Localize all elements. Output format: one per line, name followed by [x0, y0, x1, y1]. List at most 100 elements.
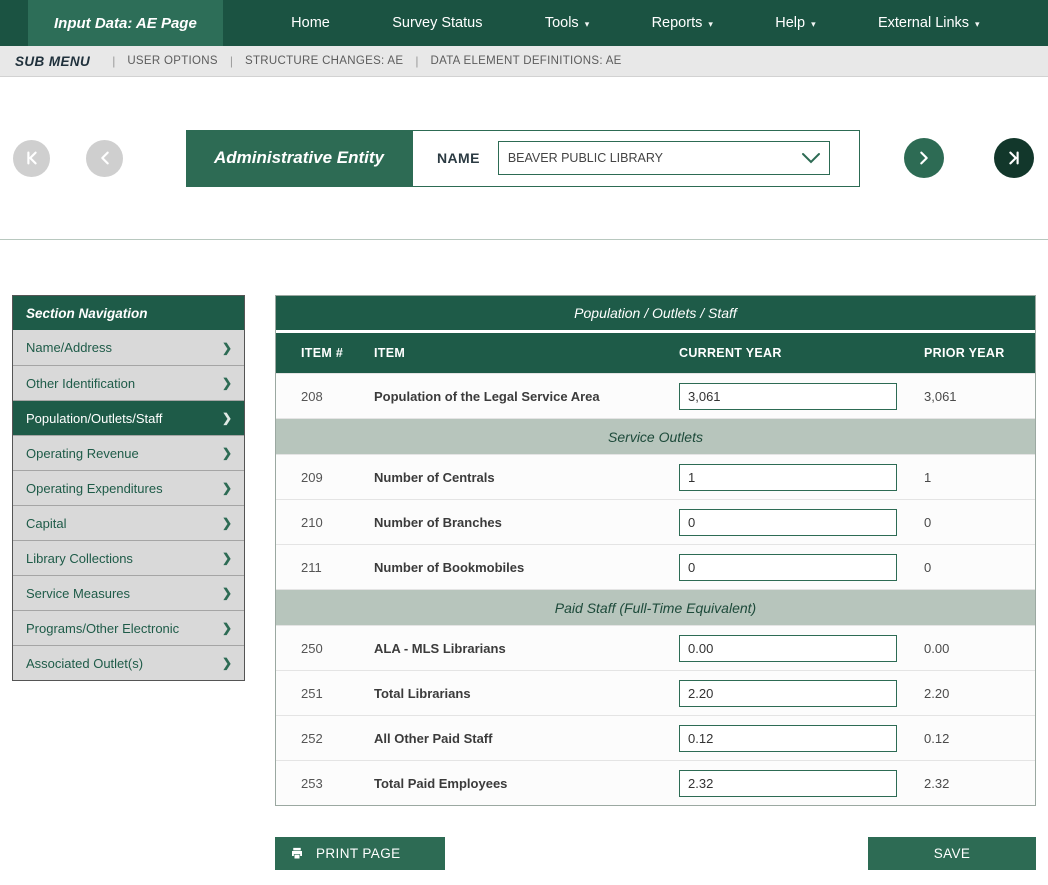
current-year-input-211[interactable] [679, 554, 897, 581]
next-record-button[interactable] [904, 138, 944, 178]
prior-year-cell: 1 [924, 470, 1035, 485]
entity-name-box: NAME BEAVER PUBLIC LIBRARY [412, 130, 860, 187]
table-body: 208 Population of the Legal Service Area… [276, 373, 1035, 805]
chevron-right-icon: ❯ [222, 656, 232, 670]
sidebar-item-service-measures[interactable]: Service Measures ❯ [13, 575, 244, 610]
sidebar-item-label: Library Collections [26, 551, 133, 566]
sidebar-item-programs-other-electronic[interactable]: Programs/Other Electronic ❯ [13, 610, 244, 645]
sidebar-item-population-outlets-staff[interactable]: Population/Outlets/Staff ❯ [13, 400, 244, 435]
current-year-input-209[interactable] [679, 464, 897, 491]
first-record-icon [23, 149, 41, 167]
prior-year-cell: 0.12 [924, 731, 1035, 746]
submenu-divider: | [112, 54, 115, 68]
section-navigation-list: Name/Address ❯ Other Identification ❯ Po… [13, 330, 244, 680]
sidebar-item-label: Programs/Other Electronic [26, 621, 179, 636]
current-year-input-251[interactable] [679, 680, 897, 707]
sidebar-item-operating-expenditures[interactable]: Operating Expenditures ❯ [13, 470, 244, 505]
current-year-input-252[interactable] [679, 725, 897, 752]
printer-icon [289, 846, 305, 861]
column-header-item: ITEM [374, 346, 679, 360]
item-number-cell: 210 [301, 515, 374, 530]
table-row: 209 Number of Centrals 1 [276, 454, 1035, 499]
table-header-row: ITEM # ITEM CURRENT YEAR PRIOR YEAR [276, 333, 1035, 373]
item-label-cell: Number of Branches [374, 515, 679, 530]
topnav-link[interactable]: Reports ▾ [652, 15, 713, 31]
table-row: 250 ALA - MLS Librarians 0.00 [276, 625, 1035, 670]
sidebar-item-label: Associated Outlet(s) [26, 656, 143, 671]
current-year-input-210[interactable] [679, 509, 897, 536]
sidebar-item-other-identification[interactable]: Other Identification ❯ [13, 365, 244, 400]
table-section-label: Paid Staff (Full-Time Equivalent) [555, 600, 756, 616]
topnav-link-label: External Links [878, 15, 969, 31]
table-row: 210 Number of Branches 0 [276, 499, 1035, 544]
item-label-cell: All Other Paid Staff [374, 731, 679, 746]
prior-year-cell: 2.20 [924, 686, 1035, 701]
current-year-input-250[interactable] [679, 635, 897, 662]
section-navigation: Section Navigation Name/Address ❯ Other … [12, 295, 245, 681]
submenu-link[interactable]: STRUCTURE CHANGES: AE [245, 55, 403, 67]
sidebar-item-associated-outlet-s[interactable]: Associated Outlet(s) ❯ [13, 645, 244, 680]
chevron-right-icon: ❯ [222, 376, 232, 390]
footer-actions: PRINT PAGE SAVE [275, 837, 1036, 870]
submenu-bar: SUB MENU | USER OPTIONS | STRUCTURE CHAN… [0, 46, 1048, 77]
current-year-cell [679, 635, 924, 662]
item-label-cell: Number of Centrals [374, 470, 679, 485]
current-year-cell [679, 680, 924, 707]
chevron-right-icon: ❯ [222, 341, 232, 355]
table-section-row: Paid Staff (Full-Time Equivalent) [276, 589, 1035, 625]
column-header-prior-year: PRIOR YEAR [924, 346, 1035, 360]
previous-record-button[interactable] [86, 140, 123, 177]
sidebar-item-library-collections[interactable]: Library Collections ❯ [13, 540, 244, 575]
current-year-cell [679, 383, 924, 410]
column-header-item-number: ITEM # [301, 346, 374, 360]
topnav-active-tab[interactable]: Input Data: AE Page [28, 0, 223, 46]
data-table: Population / Outlets / Staff ITEM # ITEM… [275, 295, 1036, 806]
sidebar-item-label: Capital [26, 516, 66, 531]
current-year-cell [679, 509, 924, 536]
current-year-cell [679, 725, 924, 752]
topnav-link-label: Home [291, 15, 330, 31]
dropdown-caret-icon: ▾ [585, 18, 590, 29]
dropdown-caret-icon: ▾ [811, 18, 816, 29]
submenu-title: SUB MENU [15, 54, 90, 69]
topnav-link[interactable]: Tools ▾ [545, 15, 589, 31]
chevron-right-icon: ❯ [222, 411, 232, 425]
topnav-link-label: Tools [545, 15, 579, 31]
current-year-input-208[interactable] [679, 383, 897, 410]
table-title: Population / Outlets / Staff [276, 296, 1035, 330]
submenu-link[interactable]: USER OPTIONS [127, 55, 218, 67]
chevron-right-icon: ❯ [222, 516, 232, 530]
topnav-link[interactable]: Home [291, 15, 330, 31]
current-year-input-253[interactable] [679, 770, 897, 797]
submenu-divider: | [415, 54, 418, 68]
current-year-cell [679, 770, 924, 797]
submenu-divider: | [230, 54, 233, 68]
item-label-cell: Population of the Legal Service Area [374, 389, 679, 404]
table-row: 211 Number of Bookmobiles 0 [276, 544, 1035, 589]
select-chevron-down-icon [801, 152, 821, 164]
sidebar-item-operating-revenue[interactable]: Operating Revenue ❯ [13, 435, 244, 470]
current-year-cell [679, 554, 924, 581]
submenu-link[interactable]: DATA ELEMENT DEFINITIONS: AE [430, 55, 621, 67]
sidebar-item-capital[interactable]: Capital ❯ [13, 505, 244, 540]
last-record-button[interactable] [994, 138, 1034, 178]
sidebar-item-name-address[interactable]: Name/Address ❯ [13, 330, 244, 365]
name-label: NAME [437, 150, 480, 166]
sidebar-item-label: Other Identification [26, 376, 135, 391]
topnav-link[interactable]: Survey Status [392, 15, 482, 31]
table-row: 251 Total Librarians 2.20 [276, 670, 1035, 715]
topnav-link[interactable]: Help ▾ [775, 15, 815, 31]
next-record-icon [915, 149, 933, 167]
entity-name-select[interactable]: BEAVER PUBLIC LIBRARY [498, 141, 830, 175]
print-page-label: PRINT PAGE [316, 846, 401, 861]
topnav-items: Home Survey Status Tools ▾ Reports ▾ Hel… [223, 0, 1048, 46]
item-number-cell: 211 [301, 560, 374, 575]
item-label-cell: ALA - MLS Librarians [374, 641, 679, 656]
item-number-cell: 252 [301, 731, 374, 746]
print-page-button[interactable]: PRINT PAGE [275, 837, 445, 870]
item-number-cell: 251 [301, 686, 374, 701]
last-record-icon [1005, 149, 1023, 167]
topnav-link[interactable]: External Links ▾ [878, 15, 980, 31]
save-button[interactable]: SAVE [868, 837, 1036, 870]
first-record-button[interactable] [13, 140, 50, 177]
